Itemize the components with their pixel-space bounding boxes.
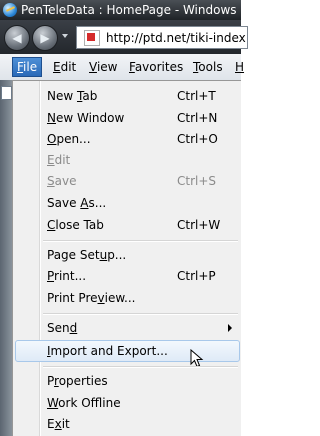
menu-label: dit [60, 60, 77, 74]
menu-item-label: Close Tab [47, 218, 104, 232]
page-icon [1, 86, 12, 100]
menu-item-shortcut: Ctrl+O [177, 132, 218, 146]
menu-label: iew [96, 60, 118, 74]
menu-item-shortcut: Ctrl+N [177, 111, 218, 125]
menu-item-label: Print... [47, 269, 87, 283]
menu-item-label: Exit [47, 417, 70, 431]
history-dropdown-icon[interactable] [62, 34, 68, 38]
menu-item-shortcut: Ctrl+S [177, 174, 217, 188]
address-bar[interactable]: http://ptd.net/tiki-index.p [76, 26, 248, 49]
window-title: PenTeleData : HomePage - Windows Inte [21, 3, 241, 17]
menu-item-label: Import and Export... [47, 344, 168, 358]
menu-item-print[interactable]: Print... Ctrl+P [15, 265, 240, 287]
menu-label: ile [23, 60, 38, 74]
menu-accel: E [53, 60, 61, 74]
page-background [0, 80, 12, 436]
menu-item-label: Work Offline [47, 396, 121, 410]
menu-item-save: Save Ctrl+S [15, 170, 240, 192]
menu-item-label: Properties [47, 374, 108, 388]
menu-item-save-as[interactable]: Save As... [15, 192, 240, 214]
menu-item-new-tab[interactable]: New Tab Ctrl+T [15, 85, 240, 107]
menu-item-import-export[interactable]: Import and Export... [15, 340, 240, 368]
menu-item-page-setup[interactable]: Page Setup... [15, 244, 240, 266]
menu-item-shortcut: Ctrl+W [177, 218, 221, 232]
menu-file[interactable]: File [12, 57, 43, 77]
menu-item-work-offline[interactable]: Work Offline [15, 392, 240, 414]
menu-label: avorites [134, 60, 184, 74]
menu-bar: File Edit View Favorites Tools H [0, 54, 244, 81]
menu-item-shortcut: Ctrl+P [177, 269, 216, 283]
site-favicon-icon [84, 29, 100, 46]
menu-separator [43, 313, 238, 315]
submenu-arrow-icon [228, 324, 232, 332]
menu-item-open[interactable]: Open... Ctrl+O [15, 128, 240, 150]
menu-tools[interactable]: Tools [190, 58, 226, 76]
address-input[interactable]: http://ptd.net/tiki-index.p [106, 31, 247, 45]
back-arrow-icon[interactable]: ◀ [4, 25, 30, 51]
menu-edit[interactable]: Edit [50, 58, 79, 76]
menu-accel: V [89, 60, 97, 74]
menu-item-label: Print Preview... [47, 291, 136, 305]
file-menu-dropdown: New Tab Ctrl+T New Window Ctrl+N Open...… [12, 80, 241, 436]
menu-view[interactable]: View [86, 58, 120, 76]
menu-item-label: Save [47, 174, 77, 188]
menu-item-properties[interactable]: Properties [15, 370, 240, 392]
menu-accel: H [235, 60, 245, 74]
forward-arrow-icon[interactable]: ▶ [32, 25, 58, 51]
menu-item-label: New Window [47, 111, 125, 125]
menu-item-label: Save As... [47, 196, 107, 210]
menu-separator [43, 366, 238, 368]
internet-explorer-icon [3, 3, 17, 17]
menu-item-label: New Tab [47, 89, 98, 103]
menu-item-label: Edit [47, 153, 71, 167]
menu-item-close-tab[interactable]: Close Tab Ctrl+W [15, 214, 240, 236]
menu-help[interactable]: H [232, 58, 247, 76]
menu-item-new-window[interactable]: New Window Ctrl+N [15, 107, 240, 129]
menu-item-send[interactable]: Send [15, 317, 240, 339]
menu-item-label: Send [47, 321, 78, 335]
menu-item-label: Open... [47, 132, 91, 146]
menu-label: ools [198, 60, 223, 74]
navigation-bar: ◀ ▶ http://ptd.net/tiki-index.p [0, 20, 248, 54]
menu-separator [43, 240, 238, 242]
menu-favorites[interactable]: Favorites [126, 58, 186, 76]
title-bar: PenTeleData : HomePage - Windows Inte [0, 0, 241, 20]
menu-item-print-preview[interactable]: Print Preview... [15, 287, 240, 309]
menu-item-shortcut: Ctrl+T [177, 89, 216, 103]
menu-item-exit[interactable]: Exit [15, 413, 240, 435]
menu-item-edit: Edit [15, 149, 240, 171]
menu-item-label: Page Setup... [47, 248, 127, 262]
